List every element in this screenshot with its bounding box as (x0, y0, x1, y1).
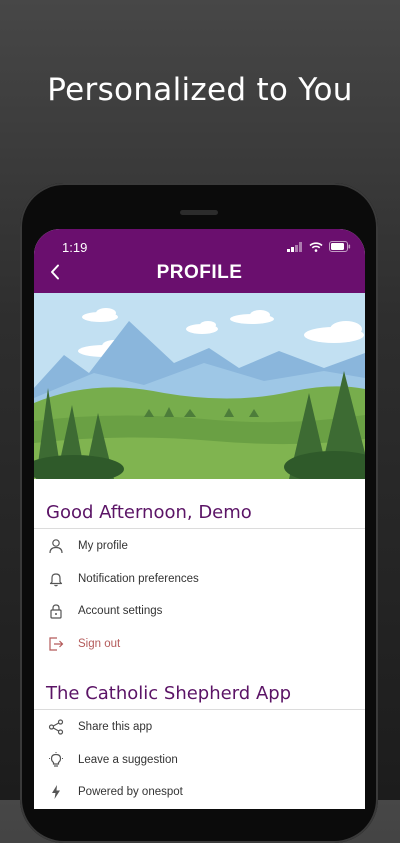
lightning-icon (46, 782, 66, 802)
menu-item-powered-by[interactable]: Powered by onespot (34, 776, 365, 808)
person-icon (46, 536, 66, 556)
promo-headline: Personalized to You (47, 72, 353, 108)
bell-icon (46, 569, 66, 589)
menu-item-share-app[interactable]: Share this app (34, 711, 365, 743)
menu-item-sign-out[interactable]: Sign out (34, 628, 365, 660)
menu-item-label: Account settings (78, 605, 163, 617)
menu-item-label: Notification preferences (78, 573, 199, 585)
app-screen: 1:19 PROFILE Good Afternoon, Demo My pro… (34, 229, 365, 809)
share-icon (46, 717, 66, 737)
app-header: 1:19 PROFILE (34, 229, 365, 293)
phone-speaker (180, 210, 218, 215)
page-title: PROFILE (156, 262, 243, 283)
divider (34, 528, 365, 529)
status-time: 1:19 (62, 240, 88, 255)
signal-icon (287, 241, 302, 252)
menu-item-label: Leave a suggestion (78, 754, 178, 766)
battery-icon (329, 241, 351, 252)
greeting-title: Good Afternoon, Demo (46, 502, 252, 523)
app-section-title: The Catholic Shepherd App (46, 683, 292, 704)
menu-item-label: Powered by onespot (78, 786, 183, 798)
wifi-icon (309, 241, 323, 252)
menu-item-notification-preferences[interactable]: Notification preferences (34, 563, 365, 595)
menu-item-label: Sign out (78, 638, 121, 650)
lock-icon (46, 601, 66, 621)
lightbulb-icon (46, 750, 66, 770)
menu-item-label: My profile (78, 540, 128, 552)
divider (34, 709, 365, 710)
landscape-banner (34, 293, 365, 479)
menu-item-my-profile[interactable]: My profile (34, 530, 365, 562)
menu-item-leave-suggestion[interactable]: Leave a suggestion (34, 744, 365, 776)
status-icons (287, 241, 351, 252)
menu-item-account-settings[interactable]: Account settings (34, 595, 365, 627)
menu-item-label: Share this app (78, 721, 153, 733)
sign-out-icon (46, 634, 66, 654)
